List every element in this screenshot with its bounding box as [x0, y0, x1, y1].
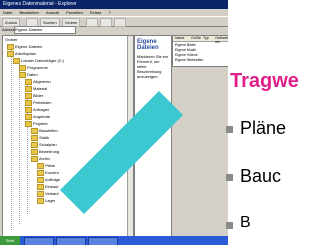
tree-item[interactable]: Verkauf: [37, 191, 59, 197]
bullet-square-icon: [226, 222, 233, 229]
folder-icon: [37, 163, 44, 169]
tree-item[interactable]: Bilder: [25, 93, 43, 99]
folder-icon: [25, 93, 32, 99]
folder-icon: [31, 149, 38, 155]
menu-bearbeiten[interactable]: Bearbeiten: [19, 10, 38, 15]
tree-item[interactable]: Lokaler Datenträger (C:): [13, 58, 64, 64]
tree-item[interactable]: Statik: [31, 135, 49, 141]
list-header: Name Größe Typ Geändert am: [173, 36, 228, 44]
folder-icon: [31, 142, 38, 148]
menu-ansicht[interactable]: Ansicht: [46, 10, 59, 15]
column-type[interactable]: Typ: [203, 36, 209, 40]
bullet-square-icon: [226, 174, 233, 181]
column-modified[interactable]: Geändert am: [215, 36, 228, 44]
folder-icon: [25, 121, 32, 127]
taskbar-item[interactable]: [56, 237, 86, 245]
tree-item[interactable]: Einkauf: [37, 184, 58, 190]
menu-extras[interactable]: Extras: [90, 10, 101, 15]
menu-help[interactable]: ?: [108, 10, 110, 15]
window-title-bar: Eigenes Datenmaterial - Explorer: [0, 0, 228, 9]
start-button[interactable]: Start: [0, 236, 20, 245]
tree-item[interactable]: Anfragen: [25, 107, 49, 113]
bullet-square-icon: [226, 126, 233, 133]
folder-icon: [31, 128, 38, 134]
tree-item[interactable]: Projekte: [25, 121, 48, 127]
slide-title: Tragwe: [230, 70, 299, 92]
column-size[interactable]: Größe: [191, 36, 201, 40]
info-panel-text: Markieren Sie ein Element, um seine Besc…: [137, 54, 169, 79]
tree-item[interactable]: Bewehrung: [31, 149, 59, 155]
menu-favoriten[interactable]: Favoriten: [66, 10, 83, 15]
tree-item[interactable]: Lager: [37, 198, 55, 204]
tree-item[interactable]: Preislisten: [25, 100, 51, 106]
tree-item[interactable]: Aufträge: [37, 177, 60, 183]
menu-datei[interactable]: Datei: [3, 10, 12, 15]
slide-bullet: Pläne: [226, 118, 286, 139]
menu-bar: Datei Bearbeiten Ansicht Favoriten Extra…: [0, 9, 228, 16]
folder-icon: [25, 79, 32, 85]
column-name[interactable]: Name: [175, 36, 184, 40]
folder-icon: [31, 156, 38, 162]
folder-icon: [37, 198, 44, 204]
folder-icon: [25, 107, 32, 113]
tree-item[interactable]: Pläne: [37, 163, 55, 169]
address-bar: Adresse Eigene Dateien: [0, 26, 228, 34]
info-panel-heading: Eigene Dateien: [137, 39, 159, 51]
tree-item[interactable]: Kunden: [37, 170, 59, 176]
drive-icon: [13, 58, 20, 64]
tree-item[interactable]: Baustellen: [31, 128, 58, 134]
taskbar-item[interactable]: [24, 237, 54, 245]
list-item[interactable]: Eigene Webseiten: [175, 58, 203, 63]
slide-bullet: Bauc: [226, 166, 281, 187]
explorer-window-screenshot: Eigenes Datenmaterial - Explorer Datei B…: [0, 0, 228, 245]
tree-item[interactable]: Angebote: [25, 114, 50, 120]
tree-item[interactable]: Material: [25, 86, 47, 92]
folder-icon: [31, 135, 38, 141]
folder-icon: [7, 51, 14, 57]
folder-icon: [37, 177, 44, 183]
folder-icon: [19, 65, 26, 71]
tree-header: Ordner: [5, 37, 18, 42]
folder-icon: [37, 191, 44, 197]
taskbar-item[interactable]: [88, 237, 118, 245]
tree-item[interactable]: Arbeitsplatz: [7, 51, 36, 57]
tree-item[interactable]: Eigene Dateien: [7, 44, 42, 50]
taskbar: Start: [0, 236, 228, 245]
slide-bullet: B: [226, 214, 251, 232]
folder-icon: [37, 170, 44, 176]
folder-icon: [25, 86, 32, 92]
window-title: Eigenes Datenmaterial - Explorer: [3, 1, 77, 7]
tree-item[interactable]: Schalplan: [31, 142, 57, 148]
tree-item[interactable]: Programme: [19, 65, 48, 71]
tree-item[interactable]: Daten: [19, 72, 38, 78]
file-list[interactable]: Name Größe Typ Geändert am Eigene Bilder…: [172, 35, 228, 67]
folder-icon: [19, 72, 26, 78]
tree-item[interactable]: Archiv: [31, 156, 50, 162]
address-field[interactable]: Eigene Dateien: [14, 26, 76, 34]
folder-icon: [7, 44, 14, 50]
folder-icon: [25, 114, 32, 120]
tree-item[interactable]: Allgemein: [25, 79, 51, 85]
folder-icon: [37, 184, 44, 190]
folder-icon: [25, 100, 32, 106]
